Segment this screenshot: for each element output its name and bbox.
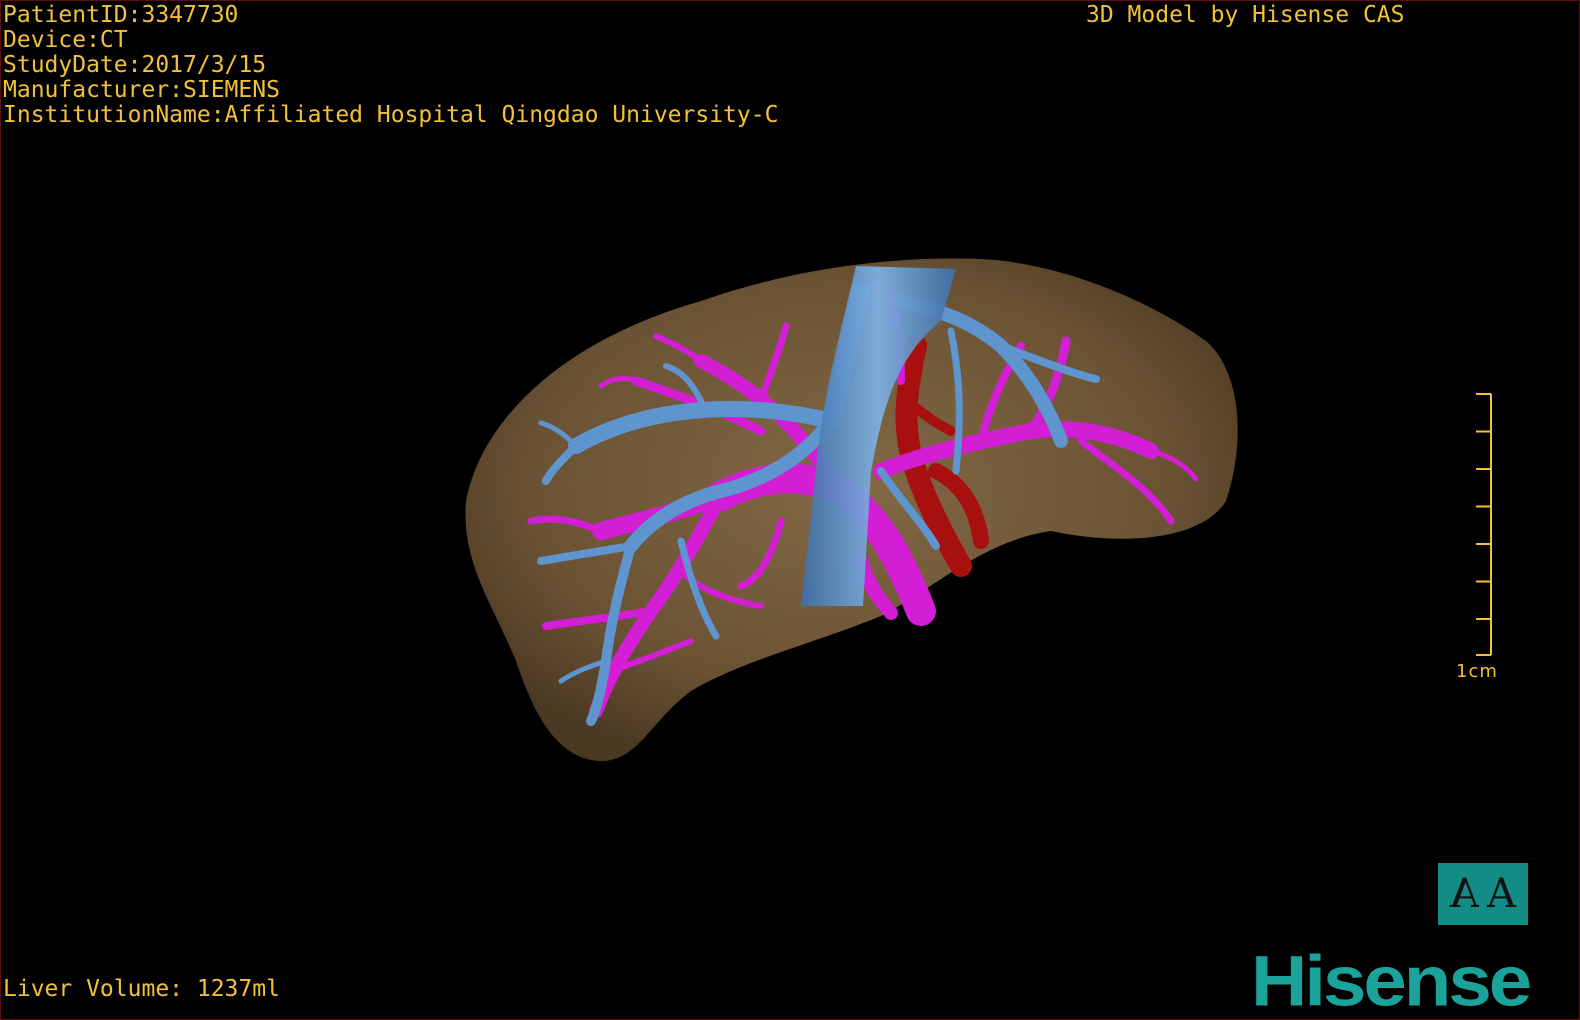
institution-label: InstitutionName:Affiliated Hospital Qing… <box>3 102 779 128</box>
hisense-logo: Hisense <box>1251 940 1532 1020</box>
liver-3d-model[interactable] <box>1 1 1580 1020</box>
study-info-overlay: PatientID:3347730 Device:CT StudyDate:20… <box>3 3 778 128</box>
orientation-toggle-button[interactable]: A A <box>1438 863 1528 925</box>
study-date-label: StudyDate:2017/3/15 <box>3 52 267 78</box>
3d-viewport[interactable]: PatientID:3347730 Device:CT StudyDate:20… <box>0 0 1580 1020</box>
scale-label: 1cm <box>1456 661 1498 682</box>
scale-ruler <box>1476 393 1492 656</box>
model-credit: 3D Model by Hisense CAS <box>1086 2 1405 28</box>
liver-volume-label: Liver Volume: 1237ml <box>3 976 280 1002</box>
patient-id-label: PatientID:3347730 <box>3 2 239 28</box>
manufacturer-label: Manufacturer:SIEMENS <box>3 77 280 103</box>
a-icon: A <box>1487 871 1516 917</box>
device-label: Device:CT <box>3 27 128 53</box>
mirrored-a-icon: A <box>1450 871 1479 917</box>
